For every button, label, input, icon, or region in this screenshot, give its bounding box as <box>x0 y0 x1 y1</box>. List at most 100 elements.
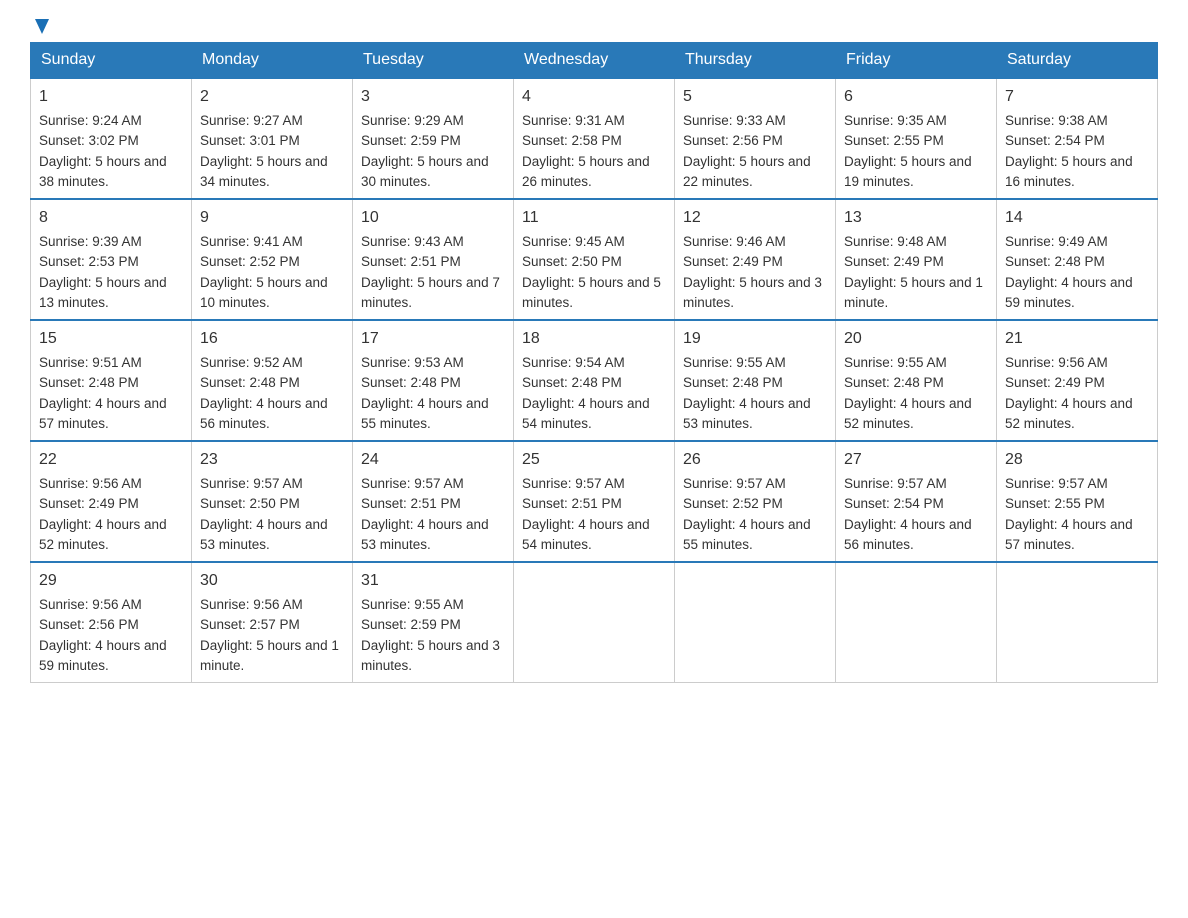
sunrise-text: Sunrise: 9:38 AM <box>1005 113 1108 128</box>
sunrise-text: Sunrise: 9:43 AM <box>361 234 464 249</box>
sunrise-text: Sunrise: 9:33 AM <box>683 113 786 128</box>
daylight-text: Daylight: 5 hours and 38 minutes. <box>39 154 167 189</box>
calendar-cell: 8Sunrise: 9:39 AMSunset: 2:53 PMDaylight… <box>31 199 192 320</box>
sunset-text: Sunset: 2:49 PM <box>39 496 139 511</box>
sunrise-text: Sunrise: 9:53 AM <box>361 355 464 370</box>
day-number: 24 <box>361 448 505 472</box>
day-number: 13 <box>844 206 988 230</box>
sunset-text: Sunset: 2:57 PM <box>200 617 300 632</box>
day-number: 22 <box>39 448 183 472</box>
sunset-text: Sunset: 2:56 PM <box>39 617 139 632</box>
calendar-cell <box>836 562 997 683</box>
week-row-4: 22Sunrise: 9:56 AMSunset: 2:49 PMDayligh… <box>31 441 1158 562</box>
daylight-text: Daylight: 4 hours and 55 minutes. <box>361 396 489 431</box>
sunset-text: Sunset: 2:50 PM <box>522 254 622 269</box>
calendar-cell: 4Sunrise: 9:31 AMSunset: 2:58 PMDaylight… <box>514 78 675 199</box>
daylight-text: Daylight: 4 hours and 57 minutes. <box>1005 517 1133 552</box>
calendar-cell: 18Sunrise: 9:54 AMSunset: 2:48 PMDayligh… <box>514 320 675 441</box>
calendar-cell: 12Sunrise: 9:46 AMSunset: 2:49 PMDayligh… <box>675 199 836 320</box>
day-number: 18 <box>522 327 666 351</box>
week-row-5: 29 Sunrise: 9:56 AM Sunset: 2:56 PM Dayligh… <box>31 562 1158 683</box>
daylight-text: Daylight: 5 hours and 34 minutes. <box>200 154 328 189</box>
calendar-cell: 1Sunrise: 9:24 AMSunset: 3:02 PMDaylight… <box>31 78 192 199</box>
sunset-text: Sunset: 2:49 PM <box>683 254 783 269</box>
sunset-text: Sunset: 2:48 PM <box>1005 254 1105 269</box>
day-number: 14 <box>1005 206 1149 230</box>
daylight-text: Daylight: 4 hours and 53 minutes. <box>200 517 328 552</box>
calendar-cell: 21Sunrise: 9:56 AMSunset: 2:49 PMDayligh… <box>997 320 1158 441</box>
calendar-cell: 10Sunrise: 9:43 AMSunset: 2:51 PMDayligh… <box>353 199 514 320</box>
calendar-cell: 25Sunrise: 9:57 AMSunset: 2:51 PMDayligh… <box>514 441 675 562</box>
calendar-cell: 2Sunrise: 9:27 AMSunset: 3:01 PMDaylight… <box>192 78 353 199</box>
col-header-thursday: Thursday <box>675 43 836 79</box>
sunrise-text: Sunrise: 9:48 AM <box>844 234 947 249</box>
col-header-sunday: Sunday <box>31 43 192 79</box>
calendar-cell: 31Sunrise: 9:55 AMSunset: 2:59 PMDayligh… <box>353 562 514 683</box>
calendar-cell: 22Sunrise: 9:56 AMSunset: 2:49 PMDayligh… <box>31 441 192 562</box>
sunset-text: Sunset: 2:54 PM <box>1005 133 1105 148</box>
calendar-cell: 9Sunrise: 9:41 AMSunset: 2:52 PMDaylight… <box>192 199 353 320</box>
sunset-text: Sunset: 2:56 PM <box>683 133 783 148</box>
calendar-cell: 19 Sunrise: 9:55 AM Sunset: 2:48 PM Dayligh… <box>675 320 836 441</box>
sunset-text: Sunset: 2:53 PM <box>39 254 139 269</box>
sunrise-text: Sunrise: 9:46 AM <box>683 234 786 249</box>
calendar-cell: 30 Sunrise: 9:56 AM Sunset: 2:57 PM Dayligh… <box>192 562 353 683</box>
logo <box>30 20 53 32</box>
daylight-text: Daylight: 4 hours and 56 minutes. <box>844 517 972 552</box>
col-header-friday: Friday <box>836 43 997 79</box>
day-number: 19 <box>683 327 827 351</box>
calendar-cell: 3Sunrise: 9:29 AMSunset: 2:59 PMDaylight… <box>353 78 514 199</box>
sunset-text: Sunset: 3:01 PM <box>200 133 300 148</box>
calendar-cell: 20Sunrise: 9:55 AMSunset: 2:48 PMDayligh… <box>836 320 997 441</box>
day-number: 23 <box>200 448 344 472</box>
sunset-text: Sunset: 2:59 PM <box>361 617 461 632</box>
day-number: 30 <box>200 569 344 593</box>
day-number: 29 <box>39 569 183 593</box>
daylight-text: Daylight: 5 hours and 1 minute. <box>844 275 983 310</box>
sunset-text: Sunset: 2:51 PM <box>522 496 622 511</box>
sunrise-text: Sunrise: 9:55 AM <box>844 355 947 370</box>
sunset-text: Sunset: 2:48 PM <box>522 375 622 390</box>
sunset-text: Sunset: 2:48 PM <box>683 375 783 390</box>
calendar-cell <box>514 562 675 683</box>
week-row-1: 1Sunrise: 9:24 AMSunset: 3:02 PMDaylight… <box>31 78 1158 199</box>
logo-arrow-icon <box>31 16 53 38</box>
calendar-header-row: SundayMondayTuesdayWednesdayThursdayFrid… <box>31 43 1158 79</box>
day-number: 12 <box>683 206 827 230</box>
daylight-text: Daylight: 5 hours and 30 minutes. <box>361 154 489 189</box>
day-number: 8 <box>39 206 183 230</box>
col-header-monday: Monday <box>192 43 353 79</box>
daylight-text: Daylight: 4 hours and 52 minutes. <box>844 396 972 431</box>
daylight-text: Daylight: 4 hours and 56 minutes. <box>200 396 328 431</box>
sunrise-text: Sunrise: 9:57 AM <box>361 476 464 491</box>
day-number: 27 <box>844 448 988 472</box>
day-number: 5 <box>683 85 827 109</box>
calendar-cell: 26Sunrise: 9:57 AMSunset: 2:52 PMDayligh… <box>675 441 836 562</box>
calendar-cell: 13Sunrise: 9:48 AMSunset: 2:49 PMDayligh… <box>836 199 997 320</box>
calendar-cell: 24Sunrise: 9:57 AMSunset: 2:51 PMDayligh… <box>353 441 514 562</box>
day-number: 2 <box>200 85 344 109</box>
calendar-cell: 16Sunrise: 9:52 AMSunset: 2:48 PMDayligh… <box>192 320 353 441</box>
sunset-text: Sunset: 2:48 PM <box>361 375 461 390</box>
col-header-saturday: Saturday <box>997 43 1158 79</box>
daylight-text: Daylight: 4 hours and 55 minutes. <box>683 517 811 552</box>
calendar-cell: 7Sunrise: 9:38 AMSunset: 2:54 PMDaylight… <box>997 78 1158 199</box>
daylight-text: Daylight: 5 hours and 1 minute. <box>200 638 339 673</box>
sunrise-text: Sunrise: 9:56 AM <box>200 597 303 612</box>
sunset-text: Sunset: 2:54 PM <box>844 496 944 511</box>
calendar-cell: 5Sunrise: 9:33 AMSunset: 2:56 PMDaylight… <box>675 78 836 199</box>
day-number: 10 <box>361 206 505 230</box>
sunrise-text: Sunrise: 9:56 AM <box>39 597 142 612</box>
sunrise-text: Sunrise: 9:39 AM <box>39 234 142 249</box>
calendar-cell: 23Sunrise: 9:57 AMSunset: 2:50 PMDayligh… <box>192 441 353 562</box>
sunrise-text: Sunrise: 9:55 AM <box>683 355 786 370</box>
day-number: 6 <box>844 85 988 109</box>
sunrise-text: Sunrise: 9:57 AM <box>1005 476 1108 491</box>
sunrise-text: Sunrise: 9:24 AM <box>39 113 142 128</box>
sunset-text: Sunset: 2:55 PM <box>1005 496 1105 511</box>
week-row-2: 8 Sunrise: 9:39 AM Sunset: 2:53 PM Daylight… <box>31 199 1158 320</box>
daylight-text: Daylight: 4 hours and 52 minutes. <box>1005 396 1133 431</box>
calendar-table: SundayMondayTuesdayWednesdayThursdayFrid… <box>30 42 1158 683</box>
daylight-text: Daylight: 4 hours and 53 minutes. <box>683 396 811 431</box>
sunset-text: Sunset: 2:52 PM <box>683 496 783 511</box>
